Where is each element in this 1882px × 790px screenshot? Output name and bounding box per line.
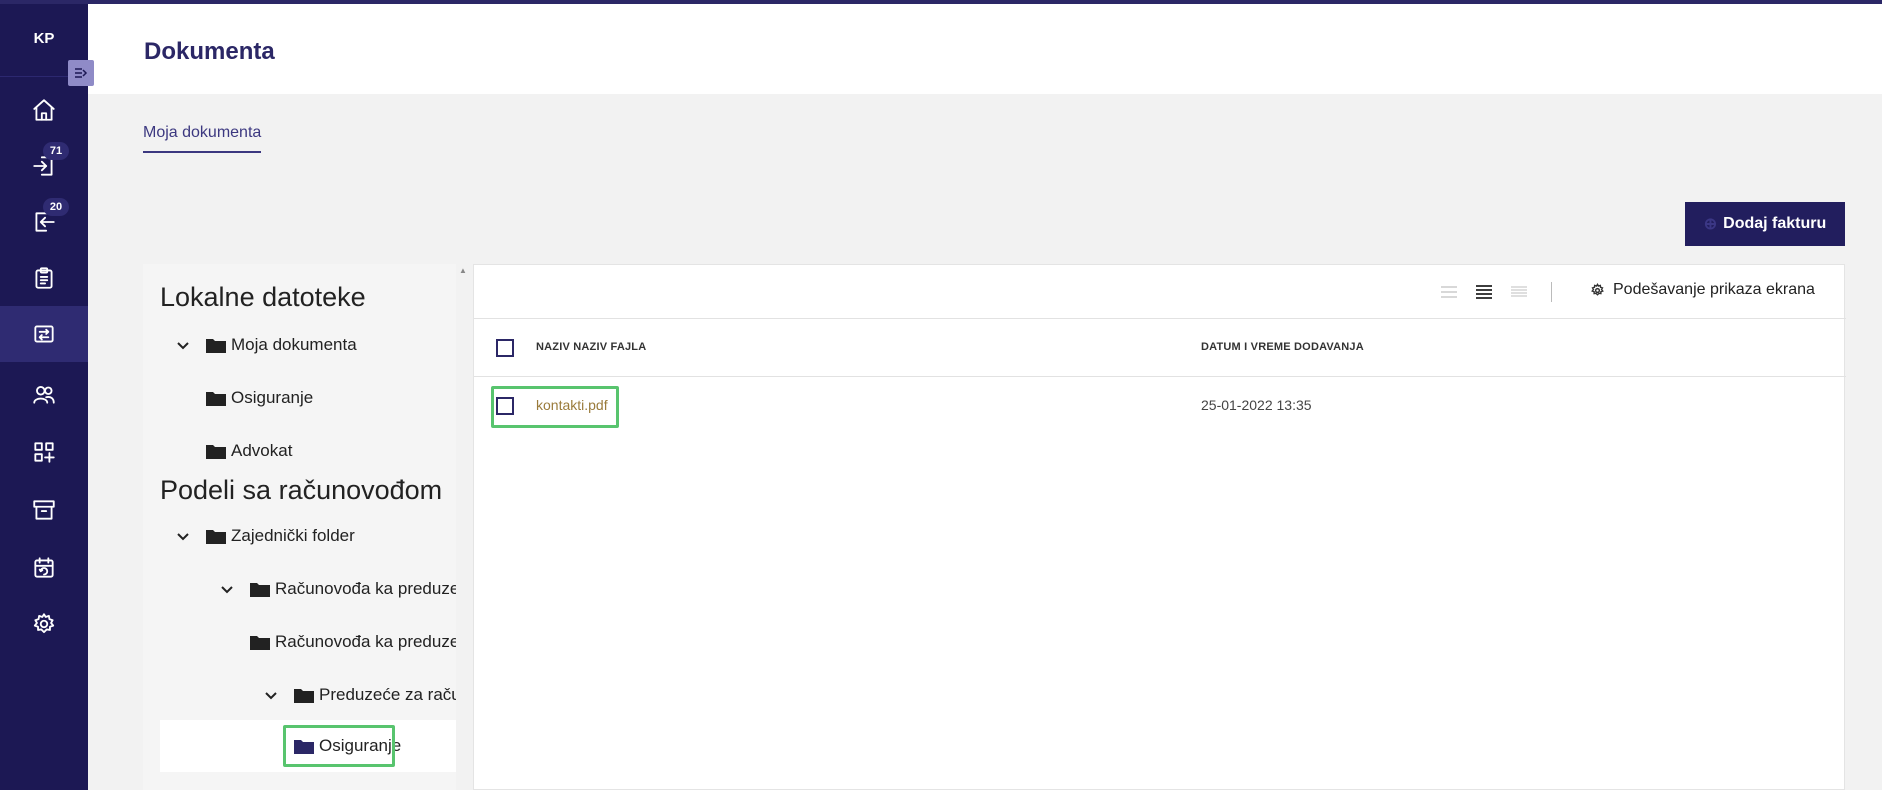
folder-tree: Lokalne datoteke Moja dokumenta Osiguran… (143, 264, 456, 790)
home-icon (33, 99, 55, 121)
apps-add-icon (34, 442, 55, 463)
sidebar-item-calendar[interactable] (0, 540, 88, 596)
sidebar-item-apps[interactable] (0, 424, 88, 480)
select-all-checkbox[interactable] (496, 339, 514, 357)
page-header: Dokumenta (88, 4, 1882, 94)
view-normal-icon[interactable] (1474, 283, 1494, 301)
sidebar-collapse-button[interactable] (68, 60, 94, 86)
folder-icon (205, 336, 227, 354)
folder-icon (293, 686, 315, 704)
tree-item-preduzece-za-racunovodju[interactable]: Preduzeće za računovođu (263, 680, 456, 710)
top-accent-line (0, 0, 1882, 4)
tree-heading-shared: Podeli sa računovođom (160, 475, 443, 505)
calendar-sync-icon (34, 557, 54, 578)
tree-item-zajednicki-folder[interactable]: Zajednički folder (175, 521, 355, 551)
tree-scroll-up-arrow[interactable]: ▲ (459, 266, 467, 275)
gear-icon (33, 613, 55, 634)
clipboard-icon (35, 267, 53, 289)
sidebar-item-outgoing[interactable]: 20 (0, 194, 88, 250)
tree-heading-local: Lokalne datoteke (160, 282, 366, 312)
incoming-count-badge: 71 (43, 142, 69, 160)
sidebar-item-settings[interactable] (0, 596, 88, 652)
table-row[interactable]: kontakti.pdf 25-01-2022 13:35 (474, 377, 1846, 435)
highlight-box (491, 386, 619, 428)
collapse-sidebar-icon (75, 68, 88, 78)
chevron-down-icon[interactable] (175, 337, 191, 353)
users-icon (33, 386, 55, 404)
view-compact-icon[interactable] (1439, 283, 1459, 301)
file-list-panel: Podešavanje prikaza ekrana NAZIV NAZIV F… (473, 264, 1846, 790)
folder-icon (205, 389, 227, 407)
folder-icon (249, 580, 271, 598)
gear-icon (1591, 282, 1604, 296)
chevron-down-icon[interactable] (175, 528, 191, 544)
display-settings-button[interactable]: Podešavanje prikaza ekrana (1590, 281, 1815, 299)
sidebar-item-documents[interactable] (0, 306, 88, 362)
toolbar-separator (1551, 282, 1552, 302)
archive-icon (33, 500, 55, 520)
transfer-icon (34, 325, 54, 343)
outgoing-count-badge: 20 (43, 198, 69, 216)
tree-item-osiguranje[interactable]: Osiguranje (205, 383, 313, 413)
tree-item-moja-dokumenta[interactable]: Moja dokumenta (175, 330, 357, 360)
sidebar-item-incoming[interactable]: 71 (0, 138, 88, 194)
tree-item-racunovodja-ka-preduzecu[interactable]: Računovođa ka preduzeću (219, 574, 456, 604)
table-header: NAZIV NAZIV FAJLA DATUM I VREME DODAVANJ… (474, 319, 1846, 377)
sidebar-item-archive[interactable] (0, 482, 88, 538)
tree-item-advokat[interactable]: Advokat (205, 436, 292, 466)
column-header-date[interactable]: DATUM I VREME DODAVANJA (1201, 341, 1364, 353)
tree-item-racunovodja-ka-preduzecu-2[interactable]: Računovođa ka preduzeću (249, 627, 456, 657)
sidebar-item-clipboard[interactable] (0, 250, 88, 306)
tab-my-documents[interactable]: Moja dokumenta (143, 124, 262, 153)
sidebar-item-contacts[interactable] (0, 366, 88, 422)
folder-icon (205, 527, 227, 545)
column-header-name[interactable]: NAZIV NAZIV FAJLA (536, 341, 646, 353)
folder-icon (205, 442, 227, 460)
page-title: Dokumenta (144, 38, 275, 65)
folder-icon (249, 633, 271, 651)
plus-icon: ⊕ (1703, 216, 1718, 233)
sidebar: KP 71 20 (0, 0, 88, 790)
highlight-box (283, 725, 395, 767)
view-dense-icon[interactable] (1509, 283, 1529, 301)
chevron-down-icon[interactable] (219, 581, 235, 597)
chevron-down-icon[interactable] (263, 687, 279, 703)
file-date: 25-01-2022 13:35 (1201, 397, 1312, 413)
list-toolbar: Podešavanje prikaza ekrana (474, 265, 1846, 319)
sidebar-item-home[interactable] (0, 82, 88, 138)
add-invoice-button[interactable]: ⊕ Dodaj fakturu (1685, 202, 1845, 246)
